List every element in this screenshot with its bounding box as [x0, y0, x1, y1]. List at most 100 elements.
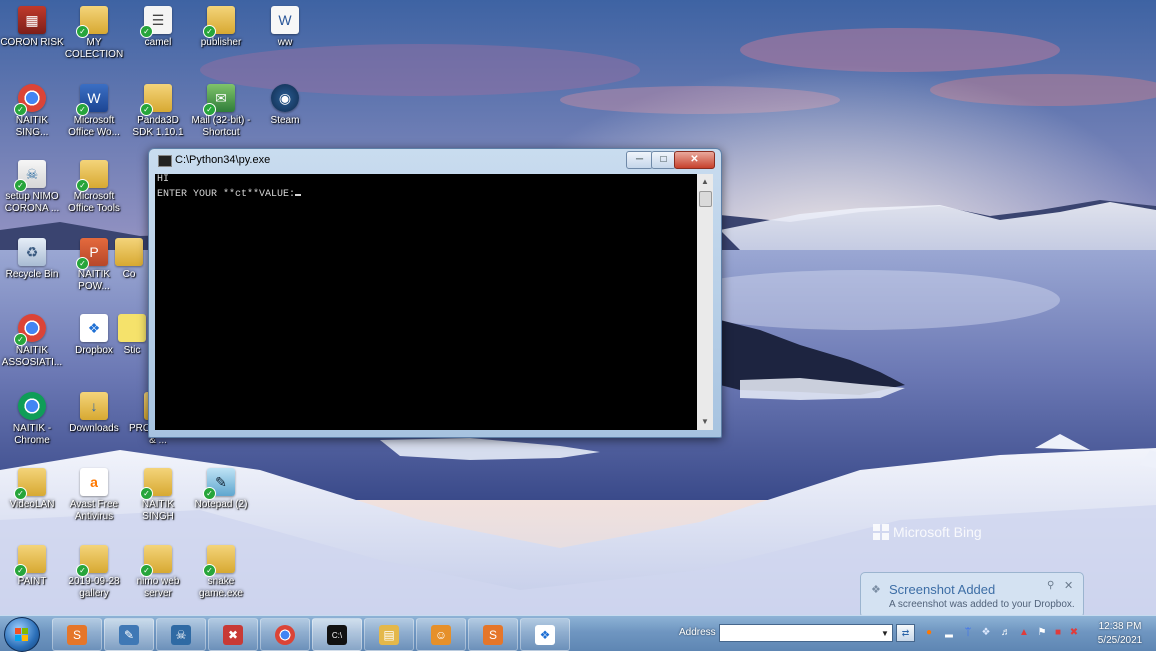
desktop-icon-avast[interactable]: a Avast Free Antivirus — [62, 468, 126, 523]
taskbar-app-red[interactable]: ✖ — [208, 618, 258, 651]
desktop-icon-label: Co — [122, 269, 136, 280]
desktop-icon-label: NAITIK SING... — [15, 115, 49, 138]
console-prompt: ENTER YOUR **ct**VALUE: — [157, 189, 296, 200]
dropdown-arrow-icon[interactable]: ▼ — [881, 629, 889, 638]
taskbar-app-dropbox[interactable]: ❖ — [520, 618, 570, 651]
desktop-icon-paint[interactable]: ✓ PAINT — [0, 545, 64, 588]
desktop-icon-videolan[interactable]: ✓ VideoLAN — [0, 468, 64, 511]
usb-tray-icon[interactable]: ■ — [1052, 627, 1064, 639]
dropbox-notification[interactable]: ❖ Screenshot Added A screenshot was adde… — [860, 572, 1084, 618]
taskbar-app-scratch[interactable]: ☺ — [416, 618, 466, 651]
folder-icon: ✓ — [14, 468, 46, 500]
console-titlebar[interactable]: C:\Python34\py.exe ─ □ ✕ — [149, 149, 721, 173]
pin-icon[interactable]: ⚲ — [1047, 580, 1054, 591]
dropbox-icon: ❖ — [535, 625, 555, 645]
steam-icon: ◉ — [271, 84, 299, 112]
desktop-icon-nimo-web-server[interactable]: ✓ nimo web server — [126, 545, 190, 600]
desktop-icon-label: ww — [277, 37, 293, 48]
desktop-icon-naitik-chrome[interactable]: NAITIK - Chrome — [0, 392, 64, 447]
chrome-icon — [275, 625, 295, 645]
folder-icon: ✓ — [76, 160, 108, 192]
folder-icon: ✓ — [76, 545, 108, 577]
python-idle-icon: ✎ — [119, 625, 139, 645]
desktop-icon-naitik-singh[interactable]: ✓ NAITIK SINGH — [126, 468, 190, 523]
taskbar-clock[interactable]: 12:38 PM 5/25/2021 — [1088, 620, 1152, 648]
folder-icon: ✓ — [203, 545, 235, 577]
desktop-icon-publisher[interactable]: ✓ publisher — [189, 6, 253, 49]
taskbar-app-console[interactable]: C:\ — [312, 618, 362, 651]
taskbar-app-sublime[interactable]: S — [52, 618, 102, 651]
flag-tray-icon[interactable]: ⚑ — [1036, 627, 1048, 639]
scrollbar-thumb[interactable] — [699, 191, 712, 207]
word-icon: W ✓ — [76, 84, 108, 116]
volume-tray-icon[interactable]: ♬ — [1000, 627, 1012, 639]
desktop-icon-my-colection[interactable]: ✓ MY COLECTION — [62, 6, 126, 61]
maximize-button[interactable]: □ — [651, 151, 676, 169]
python-icon: ☠ — [171, 625, 191, 645]
folder-icon — [115, 238, 143, 266]
scroll-down-arrow-icon[interactable]: ▼ — [697, 414, 713, 430]
desktop-icon-recycle-bin[interactable]: ♻ Recycle Bin — [0, 238, 64, 281]
desktop-icon-camel[interactable]: ☰ ✓ camel — [126, 6, 190, 49]
folder-icon: ✓ — [203, 6, 235, 38]
desktop-icon-label: nimo web server — [136, 576, 180, 599]
desktop-icon-co[interactable]: Co — [114, 238, 144, 281]
desktop-icon-mail[interactable]: ✉ ✓ Mail (32-bit) - Shortcut — [189, 84, 253, 139]
desktop-icon-microsoft-office-word[interactable]: W ✓ Microsoft Office Wo... — [62, 84, 126, 139]
dropbox-icon: ❖ — [871, 584, 881, 596]
vertical-scrollbar[interactable]: ▲ ▼ — [697, 174, 713, 430]
desktop-icon-panda3d[interactable]: ✓ Panda3D SDK 1.10.1 — [126, 84, 190, 139]
windows-logo-icon — [15, 628, 29, 641]
desktop-icon-label: NAITIK ASSOSIATI... — [1, 345, 63, 368]
console-window[interactable]: C:\Python34\py.exe ─ □ ✕ HI ENTER YOUR *… — [148, 148, 722, 438]
close-button[interactable]: ✕ — [674, 151, 715, 169]
taskbar-app-python[interactable]: ☠ — [156, 618, 206, 651]
sync-check-icon: ✓ — [76, 103, 89, 116]
sync-check-icon: ✓ — [14, 333, 27, 346]
desktop-icon-label: Stic — [123, 345, 141, 356]
desktop-icon-sticky-notes[interactable]: Stic — [116, 314, 148, 357]
powerpoint-icon: P ✓ — [76, 238, 108, 270]
desktop-icon-gallery[interactable]: ✓ 2019-09-28 gallery — [62, 545, 126, 600]
desktop-icon-downloads[interactable]: ↓ Downloads — [62, 392, 126, 435]
taskbar-app-sublime-2[interactable]: S — [468, 618, 518, 651]
start-button[interactable] — [4, 617, 40, 652]
address-input[interactable] — [719, 624, 893, 642]
network-tray-icon[interactable]: ▂ — [943, 627, 955, 639]
sync-check-icon: ✓ — [140, 103, 153, 116]
network-warning-icon[interactable]: ✖ — [1068, 627, 1080, 639]
taskbar-app-file-explorer[interactable]: ▤ — [364, 618, 414, 651]
close-icon[interactable]: ✕ — [1064, 579, 1073, 592]
minimize-button[interactable]: ─ — [626, 151, 653, 169]
taskbar-app-chrome[interactable] — [260, 618, 310, 651]
desktop-icon-label: publisher — [200, 37, 242, 48]
chrome-icon — [18, 392, 46, 420]
python-setup-icon: ☠ ✓ — [14, 160, 46, 192]
sticky-notes-icon — [118, 314, 146, 342]
sync-check-icon: ✓ — [203, 103, 216, 116]
taskbar-app-python-idle[interactable]: ✎ — [104, 618, 154, 651]
desktop-icon-coron-risk[interactable]: ▦ CORON RISK — [0, 6, 64, 49]
folder-icon: ✓ — [14, 545, 46, 577]
desktop-icon-snake-game[interactable]: ✓ snake game.exe — [189, 545, 253, 600]
console-input-line[interactable]: ENTER YOUR **ct**VALUE: — [155, 186, 697, 201]
go-button[interactable]: ⇄ — [896, 624, 915, 642]
desktop-icon-microsoft-office-tools[interactable]: ✓ Microsoft Office Tools — [62, 160, 126, 215]
bluetooth-tray-icon[interactable]: ᛠ — [962, 627, 974, 639]
desktop-icon-naitik-sing[interactable]: ✓ NAITIK SING... — [0, 84, 64, 139]
desktop-icon-naitik-assosiati[interactable]: ✓ NAITIK ASSOSIATI... — [0, 314, 64, 369]
sync-check-icon: ✓ — [14, 564, 27, 577]
notification-body: A screenshot was added to your Dropbox. — [889, 599, 1075, 610]
shield-tray-icon[interactable]: ▲ — [1018, 627, 1030, 639]
desktop-icon-notepad-2[interactable]: ✎ ✓ Notepad (2) — [189, 468, 253, 511]
scroll-up-arrow-icon[interactable]: ▲ — [697, 174, 713, 190]
desktop-icon-setup-nimo-corona[interactable]: ☠ ✓ setup NIMO CORONA ... — [0, 160, 64, 215]
desktop-icon-ww[interactable]: W ww — [253, 6, 317, 49]
dropbox-tray-icon[interactable]: ❖ — [980, 627, 992, 639]
desktop-icon-steam[interactable]: ◉ Steam — [253, 84, 317, 127]
desktop-icon-label: NAITIK SINGH — [141, 499, 175, 522]
downloads-folder-icon: ↓ — [80, 392, 108, 420]
chrome-icon: ✓ — [14, 314, 46, 346]
avast-tray-icon[interactable]: ● — [923, 627, 935, 639]
console-output[interactable]: HI ENTER YOUR **ct**VALUE: — [155, 174, 697, 430]
